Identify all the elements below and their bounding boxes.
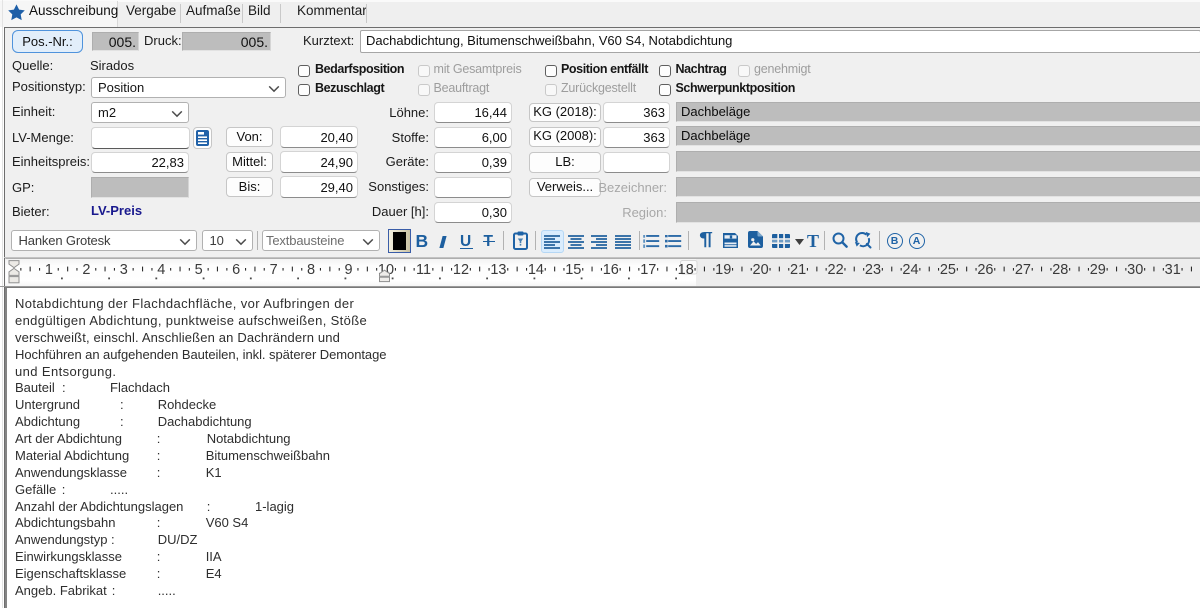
svg-text:15: 15 bbox=[565, 262, 581, 278]
svg-text:8: 8 bbox=[307, 262, 315, 278]
svg-text:22: 22 bbox=[828, 262, 844, 278]
svg-text:28: 28 bbox=[1052, 262, 1068, 278]
svg-text:6: 6 bbox=[232, 262, 240, 278]
svg-text:3: 3 bbox=[120, 262, 128, 278]
svg-text:7: 7 bbox=[270, 262, 278, 278]
svg-text:5: 5 bbox=[195, 262, 203, 278]
svg-text:9: 9 bbox=[345, 262, 353, 278]
svg-text:4: 4 bbox=[157, 262, 165, 278]
svg-text:29: 29 bbox=[1090, 262, 1106, 278]
svg-text:27: 27 bbox=[1015, 262, 1031, 278]
svg-text:17: 17 bbox=[640, 262, 656, 278]
svg-text:2: 2 bbox=[82, 262, 90, 278]
svg-text:23: 23 bbox=[865, 262, 881, 278]
svg-text:21: 21 bbox=[790, 262, 806, 278]
svg-text:14: 14 bbox=[528, 262, 544, 278]
svg-text:20: 20 bbox=[753, 262, 769, 278]
svg-text:13: 13 bbox=[490, 262, 506, 278]
svg-text:30: 30 bbox=[1127, 262, 1143, 278]
svg-text:16: 16 bbox=[603, 262, 619, 278]
svg-text:12: 12 bbox=[453, 262, 469, 278]
svg-text:25: 25 bbox=[940, 262, 956, 278]
svg-text:1: 1 bbox=[45, 262, 53, 278]
svg-text:18: 18 bbox=[678, 262, 694, 278]
svg-text:24: 24 bbox=[902, 262, 918, 278]
svg-text:26: 26 bbox=[977, 262, 993, 278]
svg-text:11: 11 bbox=[416, 262, 431, 278]
svg-text:19: 19 bbox=[715, 262, 731, 278]
svg-text:31: 31 bbox=[1165, 262, 1181, 278]
